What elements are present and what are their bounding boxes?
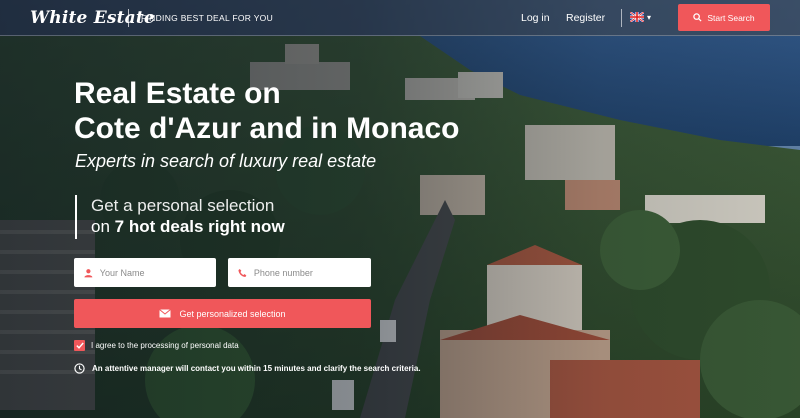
offer-highlight: 7 hot deals right now	[114, 217, 285, 236]
phone-field[interactable]	[228, 258, 371, 287]
site-tagline: FINDING BEST DEAL FOR YOU	[141, 13, 274, 23]
checkmark-icon	[75, 342, 84, 349]
hero-title-line-2: Cote d'Azur and in Monaco	[74, 112, 460, 145]
consent-label: I agree to the processing of personal da…	[91, 341, 239, 350]
hero-title-line-1: Real Estate on	[74, 77, 281, 110]
start-search-button[interactable]: Start Search	[678, 4, 770, 31]
phone-icon	[238, 268, 247, 277]
name-input[interactable]	[99, 267, 216, 278]
login-link[interactable]: Log in	[521, 12, 550, 24]
consent-row[interactable]: I agree to the processing of personal da…	[74, 340, 239, 351]
chevron-down-icon: ▾	[647, 13, 652, 22]
top-navigation-bar: White Estate FINDING BEST DEAL FOR YOU L…	[0, 0, 800, 36]
consent-checkbox[interactable]	[74, 340, 85, 351]
offer-line-1: Get a personal selection	[91, 196, 275, 215]
get-selection-button[interactable]: Get personalized selection	[74, 299, 371, 328]
hero-subtitle: Experts in search of luxury real estate	[75, 151, 377, 171]
contact-notice: An attentive manager will contact you wi…	[74, 363, 421, 374]
uk-flag-icon	[630, 12, 644, 22]
offer-line-2: on 7 hot deals right now	[91, 216, 285, 237]
get-selection-label: Get personalized selection	[179, 308, 286, 319]
hero-title: Real Estate on Cote d'Azur and in Monaco	[74, 76, 534, 146]
contact-notice-text: An attentive manager will contact you wi…	[92, 364, 421, 373]
clock-icon	[74, 363, 85, 374]
phone-input[interactable]	[253, 267, 371, 278]
search-icon	[693, 13, 702, 22]
register-link[interactable]: Register	[566, 12, 605, 24]
site-logo[interactable]: White Estate	[30, 8, 155, 28]
language-selector[interactable]: ▾	[630, 12, 656, 24]
offer-prefix: on	[91, 217, 110, 236]
nav-divider	[621, 9, 622, 27]
offer-callout: Get a personal selection on 7 hot deals …	[75, 195, 285, 239]
start-search-label: Start Search	[707, 12, 755, 23]
name-field[interactable]	[74, 258, 216, 287]
envelope-icon	[159, 309, 172, 318]
user-icon	[84, 268, 93, 277]
logo-divider	[128, 9, 129, 27]
